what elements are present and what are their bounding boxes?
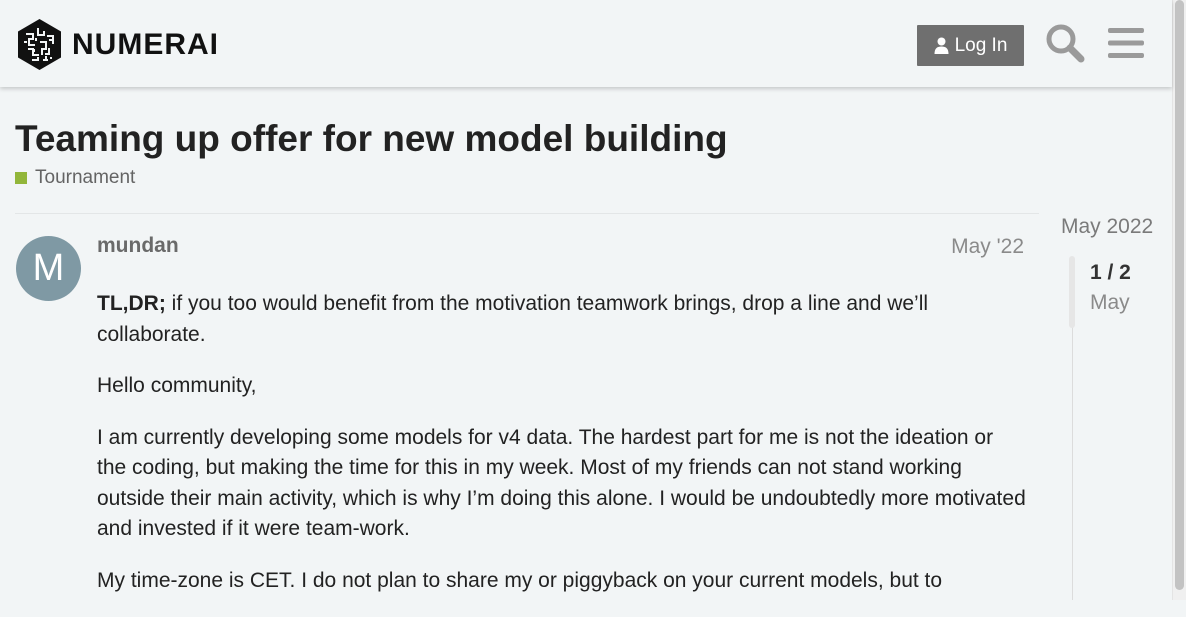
- avatar-letter: M: [32, 247, 65, 289]
- timeline-progress: 1 / 2: [1090, 261, 1131, 284]
- timeline-current-date: May: [1090, 291, 1130, 314]
- logo-text: NUMERAI: [72, 27, 219, 61]
- post-body: TL,DR; if you too would benefit from the…: [97, 289, 1027, 617]
- avatar[interactable]: M: [16, 236, 81, 301]
- numerai-logo[interactable]: NUMERAI: [16, 18, 219, 71]
- tldr-paragraph: TL,DR; if you too would benefit from the…: [97, 289, 1027, 350]
- tldr-label: TL,DR;: [97, 292, 166, 315]
- user-icon: [934, 37, 949, 54]
- timeline-handle[interactable]: [1069, 256, 1075, 328]
- topic-title[interactable]: Teaming up offer for new model building: [15, 118, 728, 160]
- search-icon[interactable]: [1045, 23, 1085, 63]
- hamburger-menu-icon[interactable]: [1108, 27, 1144, 59]
- page-scrollbar[interactable]: [1172, 0, 1186, 600]
- post-username[interactable]: mundan: [97, 234, 179, 258]
- timeline-start-date[interactable]: May 2022: [1061, 215, 1153, 239]
- category-color-badge: [15, 172, 27, 184]
- category-link[interactable]: Tournament: [15, 167, 135, 189]
- post-date[interactable]: May '22: [951, 235, 1024, 259]
- tldr-text: if you too would benefit from the motiva…: [97, 292, 929, 346]
- scrollbar-thumb[interactable]: [1175, 0, 1184, 590]
- category-name: Tournament: [35, 167, 136, 188]
- post-paragraph-timezone: My time-zone is CET. I do not plan to sh…: [97, 568, 943, 592]
- login-button[interactable]: Log In: [917, 25, 1024, 66]
- title-divider: [15, 213, 1039, 214]
- site-header: NUMERAI Log In: [0, 0, 1172, 87]
- login-label: Log In: [954, 34, 1008, 56]
- post-paragraph-greeting: Hello community,: [97, 374, 257, 397]
- numerai-logo-mark-icon: [18, 19, 61, 70]
- post-paragraph-main: I am currently developing some models fo…: [97, 425, 1026, 541]
